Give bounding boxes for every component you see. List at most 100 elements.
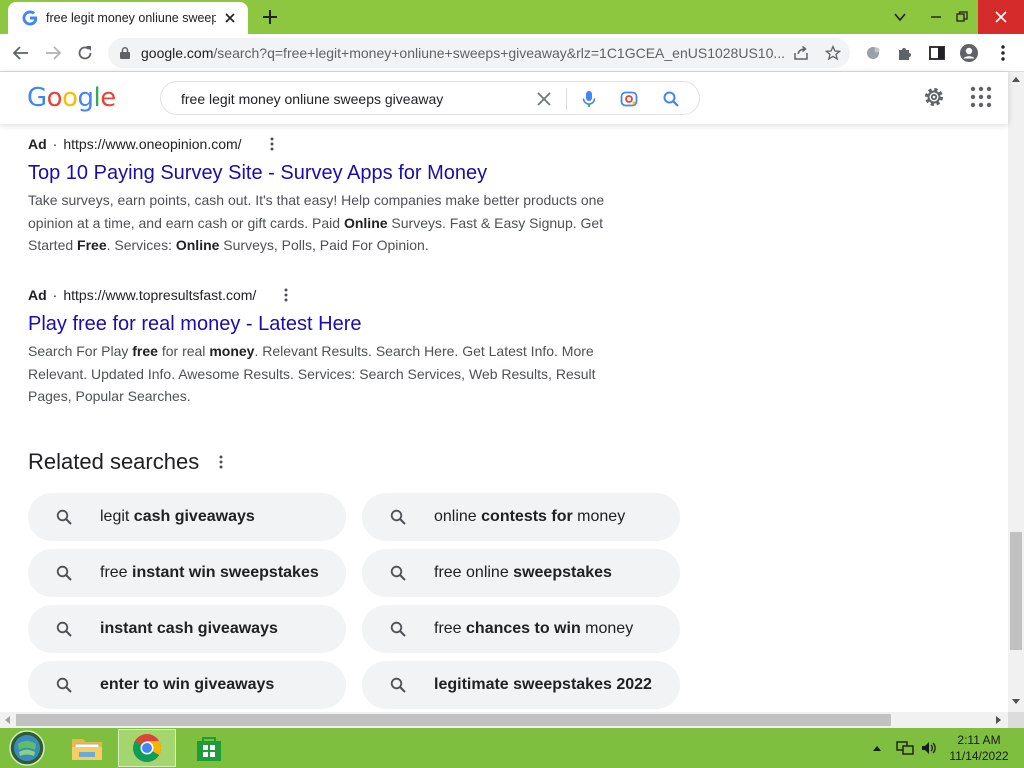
- windows-start-orb-icon: [9, 730, 45, 766]
- related-search-chip[interactable]: enter to win giveaways: [28, 661, 346, 709]
- more-vert-icon[interactable]: [264, 136, 280, 152]
- volume-icon[interactable]: [920, 740, 938, 756]
- text-segment: legit: [100, 508, 134, 525]
- voice-search-icon[interactable]: [579, 89, 599, 109]
- ad-meta: Ad · https://www.oneopinion.com/: [28, 134, 628, 154]
- lens-search-icon[interactable]: [619, 89, 639, 109]
- vertical-scrollbar[interactable]: [1008, 72, 1024, 712]
- start-button[interactable]: [0, 729, 54, 767]
- url-host: google.com: [141, 45, 214, 61]
- taskbar-file-explorer[interactable]: [58, 729, 116, 767]
- clear-search-icon[interactable]: [534, 89, 554, 109]
- network-icon[interactable]: [896, 740, 914, 756]
- google-favicon-icon: [22, 10, 38, 26]
- highlighted-text: money: [209, 343, 255, 359]
- tab-search-button[interactable]: [884, 0, 916, 34]
- text-segment: money: [580, 620, 634, 637]
- highlighted-text: Online: [343, 214, 388, 231]
- google-header: Google free legit money onliune sweeps g…: [0, 72, 1008, 124]
- chevron-down-icon: [894, 13, 906, 22]
- search-icon: [390, 621, 406, 637]
- show-hidden-icons-icon[interactable]: [872, 744, 882, 752]
- lock-icon[interactable]: [118, 46, 132, 60]
- related-search-chip[interactable]: free chances to win money: [362, 605, 680, 653]
- close-icon: [995, 11, 1007, 23]
- bookmark-star-icon[interactable]: [825, 45, 841, 61]
- scroll-right-icon[interactable]: [996, 716, 1002, 724]
- more-vert-icon[interactable]: [213, 454, 229, 470]
- ad-description: Search For Play free for real money. Rel…: [28, 340, 618, 408]
- back-button[interactable]: [10, 42, 32, 64]
- related-search-chip[interactable]: free online sweepstakes: [362, 549, 680, 597]
- taskbar-store[interactable]: [180, 729, 238, 767]
- highlighted-text: instant win sweepstakes: [132, 564, 319, 581]
- related-search-chip[interactable]: free instant win sweepstakes: [28, 549, 346, 597]
- settings-gear-icon[interactable]: [922, 85, 946, 109]
- related-search-chip[interactable]: legit cash giveaways: [28, 493, 346, 541]
- related-search-chip[interactable]: instant cash giveaways: [28, 605, 346, 653]
- clock[interactable]: 2:11 AM 11/14/2022: [940, 732, 1018, 764]
- forward-button[interactable]: [42, 42, 64, 64]
- extension-button[interactable]: [862, 42, 884, 64]
- google-logo-letter: G: [27, 83, 47, 113]
- google-apps-icon[interactable]: [970, 86, 992, 108]
- separator-dot: ·: [52, 287, 58, 303]
- chrome-menu-button[interactable]: [992, 42, 1014, 64]
- address-bar[interactable]: google.com/search?q=free+legit+money+onl…: [108, 38, 850, 68]
- system-tray: [872, 738, 938, 758]
- google-logo[interactable]: Google: [27, 83, 116, 113]
- extensions-button[interactable]: [894, 42, 916, 64]
- more-vert-icon[interactable]: [278, 287, 294, 303]
- ad-result: Ad · https://www.topresultsfast.com/ Pla…: [28, 285, 628, 408]
- clock-date: 11/14/2022: [949, 749, 1009, 763]
- browser-toolbar: google.com/search?q=free+legit+money+onl…: [0, 34, 1024, 72]
- restore-button[interactable]: [946, 0, 978, 34]
- new-tab-icon[interactable]: [260, 7, 280, 27]
- scroll-down-icon[interactable]: [1012, 699, 1020, 705]
- related-search-text: free instant win sweepstakes: [100, 564, 319, 582]
- taskbar-chrome[interactable]: [118, 729, 176, 767]
- horizontal-scrollbar-thumb[interactable]: [16, 714, 891, 726]
- tab-strip: free legit money onliune sweeps: [0, 0, 1024, 34]
- text-segment: Surveys, Polls, Paid For Opinion.: [219, 237, 429, 253]
- taskbar: 2:11 AM 11/14/2022: [0, 728, 1024, 768]
- ad-url[interactable]: https://www.oneopinion.com/: [63, 136, 241, 152]
- highlighted-text: Online: [175, 237, 220, 253]
- ad-title-link[interactable]: Play free for real money - Latest Here: [28, 313, 628, 336]
- scroll-left-icon[interactable]: [4, 716, 10, 724]
- highlighted-text: Free: [77, 237, 107, 253]
- vertical-scrollbar-thumb[interactable]: [1010, 532, 1022, 650]
- separator-dot: ·: [52, 136, 58, 152]
- ad-url[interactable]: https://www.topresultsfast.com/: [63, 287, 256, 303]
- arrow-left-icon: [12, 46, 28, 60]
- scroll-up-icon[interactable]: [1012, 76, 1020, 82]
- side-panel-button[interactable]: [926, 42, 948, 64]
- search-icon[interactable]: [661, 89, 681, 109]
- side-panel-icon: [929, 46, 945, 60]
- share-icon[interactable]: [793, 45, 809, 61]
- search-box[interactable]: free legit money onliune sweeps giveaway: [160, 81, 700, 115]
- restore-icon: [956, 11, 968, 22]
- ad-label: Ad: [28, 136, 47, 152]
- browser-tab[interactable]: free legit money onliune sweeps: [8, 2, 248, 34]
- search-query-text[interactable]: free legit money onliune sweeps giveaway: [181, 91, 443, 107]
- profile-button[interactable]: [958, 42, 980, 64]
- text-segment: free: [434, 620, 467, 637]
- highlighted-text: legitimate sweepstakes 2022: [434, 676, 652, 693]
- ad-title-link[interactable]: Top 10 Paying Survey Site - Survey Apps …: [28, 162, 628, 185]
- reload-button[interactable]: [74, 42, 96, 64]
- more-vert-icon: [1001, 45, 1005, 61]
- search-results: Ad · https://www.oneopinion.com/ Top 10 …: [0, 124, 1008, 712]
- reload-icon: [78, 46, 92, 60]
- related-search-chip[interactable]: legitimate sweepstakes 2022: [362, 661, 680, 709]
- clock-time: 2:11 AM: [957, 733, 1001, 747]
- google-logo-letter: e: [100, 83, 116, 113]
- close-window-button[interactable]: [978, 0, 1024, 34]
- highlighted-text: enter to win giveaways: [100, 676, 275, 693]
- related-searches-title: Related searches: [28, 449, 200, 474]
- horizontal-scrollbar[interactable]: [0, 712, 1008, 728]
- text-segment: free online: [434, 564, 514, 581]
- tab-title: free legit money onliune sweeps: [46, 11, 216, 25]
- close-tab-icon[interactable]: [222, 10, 238, 26]
- related-search-chip[interactable]: online contests for money: [362, 493, 680, 541]
